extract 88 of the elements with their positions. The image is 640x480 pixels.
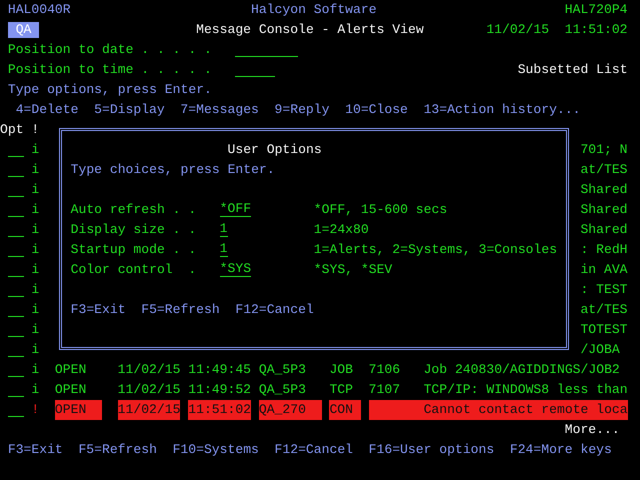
setting-field[interactable]: *SYS — [220, 260, 252, 277]
alert-code: 7106 — [368, 361, 400, 379]
function-key[interactable]: F10=Systems — [172, 440, 259, 460]
function-key[interactable]: F16=User options — [368, 440, 494, 460]
program-name: HAL0040R — [8, 1, 71, 19]
severity-indicator: i — [31, 301, 40, 319]
product-name: Halcyon Software — [251, 1, 377, 19]
screen-title: Message Console - Alerts View — [196, 21, 424, 39]
alert-system: QA_5P3 — [258, 361, 306, 379]
alert-message: : TEST — [580, 281, 628, 299]
severity-indicator: i — [31, 321, 40, 339]
option-legend: 9=Reply — [274, 100, 330, 120]
severity-indicator: i — [31, 141, 40, 159]
severity-indicator: i — [31, 181, 40, 199]
function-key[interactable]: F5=Refresh — [141, 300, 220, 320]
option-legend: 7=Messages — [180, 100, 259, 120]
option-legend: 10=Close — [345, 100, 408, 120]
setting-label: Display size . . — [70, 221, 196, 239]
setting-label: Color control . — [70, 261, 196, 279]
environment-label: QA — [8, 22, 40, 38]
setting-hint: 1=24x80 — [314, 221, 369, 239]
field-label: Position to time . . . . . — [8, 61, 212, 79]
function-key[interactable]: F5=Refresh — [78, 440, 157, 460]
dialog-title: User Options — [228, 141, 322, 159]
severity-indicator: i — [31, 261, 40, 279]
setting-hint: *OFF, 15-600 secs — [314, 201, 448, 219]
instruction-text: Type choices, press Enter. — [70, 161, 275, 179]
severity-indicator: i — [31, 341, 40, 359]
field-label: Position to date . . . . . — [8, 41, 212, 59]
alert-status: OPEN — [54, 400, 102, 420]
option-legend: 4=Delete — [16, 100, 78, 120]
severity-indicator: i — [31, 281, 40, 299]
alert-type: JOB — [329, 361, 353, 379]
alert-message: in AVA — [580, 261, 628, 279]
alert-status: OPEN — [54, 381, 86, 399]
alert-date: 11/02/15 — [118, 381, 180, 399]
alert-message: Shared — [580, 201, 628, 219]
function-key[interactable]: F12=Cancel — [235, 300, 314, 320]
alert-message: 701; N — [580, 141, 628, 159]
setting-field[interactable]: *OFF — [220, 200, 252, 217]
alert-time: 11:49:45 — [188, 361, 252, 379]
more-indicator: More... — [564, 421, 620, 439]
alert-time: 11:51:02 — [188, 400, 252, 420]
system-name: HAL720P4 — [564, 1, 628, 19]
alert-message: : RedH — [580, 241, 628, 259]
function-key[interactable]: F12=Cancel — [274, 440, 354, 460]
alert-message: TOTEST — [580, 321, 628, 339]
alert-message: at/TES — [580, 161, 628, 179]
alert-date: 11/02/15 — [118, 361, 180, 379]
alert-message: Job 240830/AGIDDINGS/JOB2 — [424, 361, 620, 379]
severity-indicator: i — [31, 381, 40, 399]
current-date: 11/02/15 — [486, 21, 550, 39]
option-legend: 5=Display — [94, 100, 165, 120]
severity-indicator: i — [31, 221, 40, 239]
function-key[interactable]: F3=Exit — [8, 440, 63, 460]
severity-indicator: i — [31, 241, 40, 259]
current-time: 11:51:02 — [564, 21, 628, 39]
alert-type: CON — [329, 400, 361, 420]
setting-label: Auto refresh . . — [70, 201, 196, 219]
alert-message: TCP/IP: WINDOWS8 less than — [424, 381, 628, 399]
list-status: Subsetted List — [518, 61, 628, 79]
alert-message: Cannot contact remote loca — [368, 400, 628, 420]
setting-label: Startup mode . . — [70, 241, 196, 259]
alert-message: Shared — [580, 181, 628, 199]
alert-time: 11:49:52 — [188, 381, 252, 399]
function-key[interactable]: F3=Exit — [70, 300, 126, 320]
setting-field[interactable]: 1 — [220, 220, 228, 237]
alert-message: /JOBA — [580, 341, 620, 359]
alert-system: QA_270 — [258, 400, 322, 420]
alert-code: 7107 — [368, 381, 400, 399]
option-legend: 13=Action history... — [424, 100, 581, 120]
setting-hint: *SYS, *SEV — [314, 261, 392, 279]
alert-message: Shared — [580, 221, 628, 239]
column-heading: Opt — [0, 121, 24, 139]
severity-indicator: i — [31, 161, 40, 179]
alert-date: 11/02/15 — [118, 400, 180, 420]
severity-indicator: ! — [31, 401, 40, 419]
alert-system: QA_5P3 — [258, 381, 306, 399]
column-heading: ! — [31, 121, 40, 139]
alert-type: TCP — [329, 381, 353, 399]
severity-indicator: i — [31, 361, 40, 379]
instruction-text: Type options, press Enter. — [8, 81, 212, 99]
function-key[interactable]: F24=More keys — [510, 440, 612, 460]
severity-indicator: i — [31, 201, 40, 219]
setting-hint: 1=Alerts, 2=Systems, 3=Consoles — [314, 241, 558, 259]
setting-field[interactable]: 1 — [220, 240, 228, 257]
alert-message: at/TES — [580, 301, 628, 319]
alert-status: OPEN — [54, 361, 86, 379]
